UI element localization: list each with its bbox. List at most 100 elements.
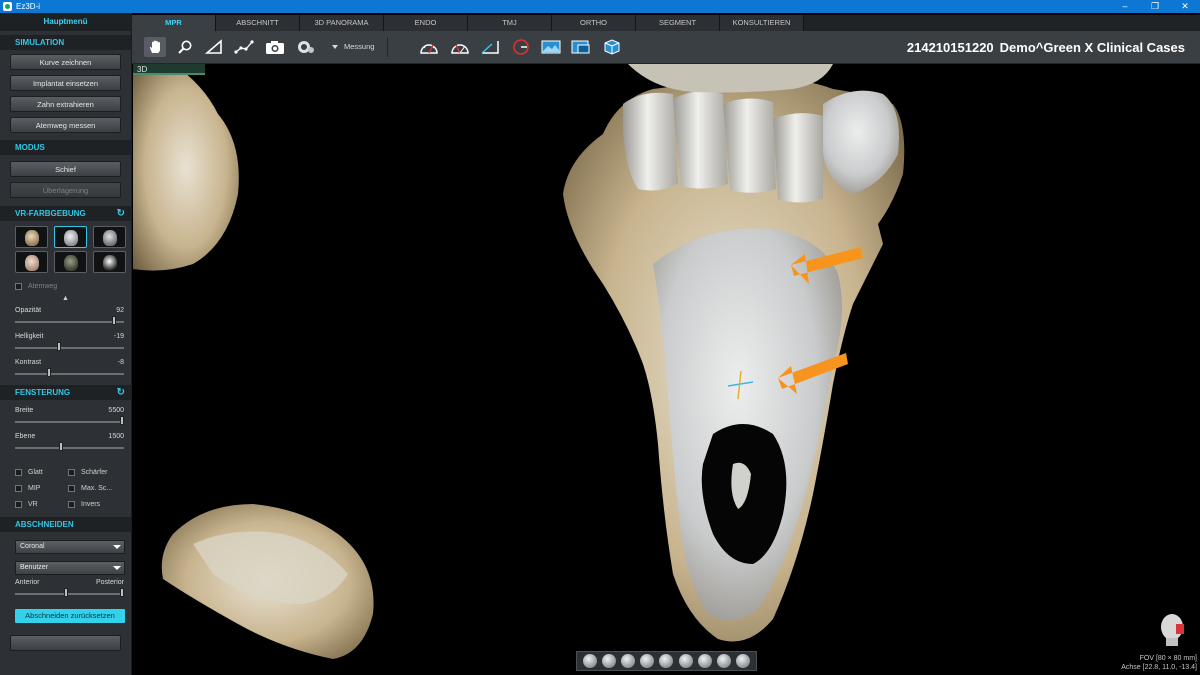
minimize-button[interactable]: –	[1110, 0, 1140, 13]
draw-curve-button[interactable]: Kurve zeichnen	[10, 54, 121, 70]
angle-tool-icon[interactable]	[479, 37, 501, 57]
opacity-slider[interactable]: Opazität 92	[0, 305, 131, 331]
opacity-slider-handle[interactable]	[111, 316, 116, 325]
brightness-slider-handle[interactable]	[57, 342, 61, 351]
pan-hand-icon[interactable]	[144, 37, 166, 57]
vr-preset-thumb[interactable]	[93, 226, 126, 248]
level-slider-handle[interactable]	[59, 442, 64, 451]
vr-preset-grid	[0, 221, 131, 273]
windowing-header: FENSTERUNG ↻	[0, 385, 131, 400]
invert-checkbox[interactable]: Invers	[68, 497, 100, 511]
vr-checkbox[interactable]: VR	[15, 497, 68, 511]
place-implant-button[interactable]: Implantat einsetzen	[10, 75, 121, 91]
tab-tmj[interactable]: TMJ	[468, 15, 552, 31]
tab-konsultieren[interactable]: KONSULTIEREN	[720, 15, 804, 31]
patient-name: Demo^Green X Clinical Cases	[999, 40, 1185, 55]
fov-text: FOV [80 × 80 mm]	[1139, 655, 1197, 662]
anterior-label: Anterior	[15, 579, 40, 586]
view-back-icon[interactable]	[601, 654, 616, 668]
left-panel: Hauptmenü SIMULATION Kurve zeichnen Impl…	[0, 13, 132, 675]
density-dial-icon[interactable]	[449, 37, 471, 57]
measurement-dropdown[interactable]: Messung	[332, 42, 374, 51]
reset-clipping-button[interactable]: Abschneiden zurücksetzen	[15, 609, 125, 623]
close-button[interactable]: ✕	[1170, 0, 1200, 13]
view-oblique-icon[interactable]	[697, 654, 712, 668]
axis-text: Achse [22.8, 11.0, -13.4]	[1121, 664, 1197, 671]
width-slider-handle[interactable]	[120, 416, 124, 425]
tab-mpr[interactable]: MPR	[132, 15, 216, 31]
modus-header: MODUS	[0, 140, 131, 155]
max-scale-checkbox[interactable]: Max. Sc...	[68, 481, 112, 495]
clip-slider-handle-end[interactable]	[120, 588, 124, 597]
collapse-arrow-icon[interactable]: ▲	[0, 293, 131, 305]
clip-mode-select[interactable]: Benutzer	[15, 561, 125, 575]
clip-plane-select[interactable]: Coronal	[15, 540, 125, 554]
contrast-slider[interactable]: Kontrast -8	[0, 357, 131, 383]
view-right-icon[interactable]	[640, 654, 655, 668]
view-skull-icon[interactable]	[717, 654, 732, 668]
refresh-icon[interactable]: ↻	[117, 385, 125, 400]
tooth-crown	[673, 90, 728, 189]
viewport-label: 3D	[133, 64, 205, 75]
measure-airway-button[interactable]: Atemweg messen	[10, 117, 121, 133]
tooth-crown	[723, 98, 776, 193]
more-options-button[interactable]	[10, 635, 121, 651]
view-front-icon[interactable]	[582, 654, 597, 668]
ruler-dial-icon[interactable]	[418, 37, 440, 57]
overlay-button[interactable]: Überlagerung	[10, 182, 121, 198]
overlay-window-icon[interactable]	[570, 37, 592, 57]
posterior-label: Posterior	[95, 579, 124, 586]
width-value: 5500	[108, 407, 124, 414]
vr-preset-thumb[interactable]	[54, 226, 87, 248]
contrast-slider-handle[interactable]	[46, 368, 51, 377]
polyline-measure-icon[interactable]	[233, 37, 255, 57]
oblique-button[interactable]: Schief	[10, 161, 121, 177]
opacity-label: Opazität	[15, 307, 42, 314]
view-reset-icon[interactable]	[736, 654, 751, 668]
circle-target-icon[interactable]	[510, 37, 532, 57]
reset-view-icon[interactable]	[295, 37, 317, 57]
smooth-checkbox[interactable]: Glatt	[15, 465, 68, 479]
vr-preset-thumb[interactable]	[15, 226, 48, 248]
extract-tooth-button[interactable]: Zahn extrahieren	[10, 96, 121, 112]
sharpen-checkbox[interactable]: Schärfer	[68, 465, 107, 479]
window-title-bar: Ez3D-i – ❐ ✕	[0, 0, 1200, 13]
image-layout-icon[interactable]	[540, 37, 562, 57]
view-left-icon[interactable]	[621, 654, 636, 668]
tab-endo[interactable]: ENDO	[384, 15, 468, 31]
cube-volume-icon[interactable]	[601, 37, 623, 57]
tab-abschnitt[interactable]: ABSCHNITT	[216, 15, 300, 31]
tab-3d-panorama[interactable]: 3D PANORAMA	[300, 15, 384, 31]
level-slider[interactable]: Ebene 1500	[0, 431, 131, 457]
brightness-slider[interactable]: Helligkeit -19	[0, 331, 131, 357]
refresh-icon[interactable]: ↻	[117, 206, 125, 221]
checkbox-box[interactable]	[15, 282, 22, 290]
angle-measure-icon[interactable]	[203, 37, 225, 57]
maximize-button[interactable]: ❐	[1140, 0, 1170, 13]
zoom-magnifier-icon[interactable]	[174, 37, 196, 57]
patient-id: 214210151220	[906, 40, 994, 55]
orientation-head-icon	[1161, 614, 1184, 646]
width-label: Breite	[15, 407, 34, 414]
airway-checkbox[interactable]: Atemweg	[15, 279, 131, 293]
vr-preset-thumb[interactable]	[15, 251, 48, 273]
simulation-header: SIMULATION	[0, 35, 131, 50]
tab-ortho[interactable]: ORTHO	[552, 15, 636, 31]
clip-slider-handle[interactable]	[64, 588, 68, 597]
main-menu-button[interactable]: Hauptmenü	[0, 13, 131, 31]
tooth-crown	[773, 113, 823, 203]
brightness-value: -19	[113, 333, 124, 340]
vr-preset-thumb[interactable]	[54, 251, 87, 273]
level-label: Ebene	[15, 433, 36, 440]
contrast-value: -8	[117, 359, 124, 366]
width-slider[interactable]: Breite 5500	[0, 405, 131, 431]
clipping-header: ABSCHNEIDEN	[0, 517, 131, 532]
3d-viewport[interactable]: 3D FOV [80 × 80 mm] Achse [22.8, 11.0, -…	[133, 64, 1200, 675]
vr-preset-thumb[interactable]	[93, 251, 126, 273]
clip-anterior-posterior-slider[interactable]: Anterior Posterior	[0, 577, 131, 603]
view-top-icon[interactable]	[659, 654, 674, 668]
camera-capture-icon[interactable]	[264, 37, 286, 57]
tab-segment[interactable]: SEGMENT	[636, 15, 720, 31]
mip-checkbox[interactable]: MIP	[15, 481, 68, 495]
view-bottom-icon[interactable]	[678, 654, 693, 668]
